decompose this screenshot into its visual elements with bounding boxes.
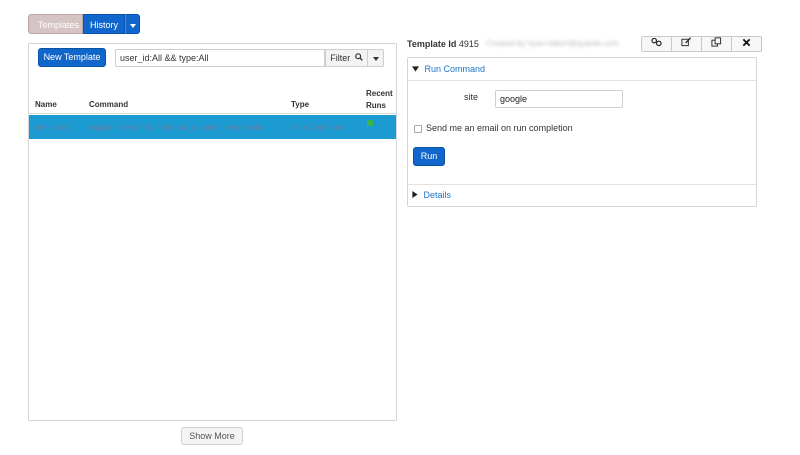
clone-button[interactable] bbox=[701, 36, 732, 52]
template-detail-panel: Run Command site Send me an email on run… bbox=[407, 57, 757, 207]
column-header-recent-runs[interactable]: Recent Runs bbox=[366, 88, 393, 112]
edit-icon bbox=[681, 37, 692, 49]
table-row[interactable]: template1 explain select * from default_… bbox=[29, 115, 396, 139]
email-notification-checkbox[interactable] bbox=[414, 125, 422, 133]
divider bbox=[408, 80, 756, 81]
clone-icon bbox=[711, 37, 722, 49]
link-icon bbox=[651, 37, 662, 49]
run-command-section-toggle[interactable]: Run Command bbox=[412, 64, 485, 74]
tab-history[interactable]: History bbox=[83, 14, 125, 34]
template-id-value: 4915 bbox=[458, 39, 479, 49]
template-actions bbox=[641, 36, 762, 52]
chevron-down-icon bbox=[373, 57, 379, 61]
show-more-button[interactable]: Show More bbox=[181, 427, 243, 445]
filter-input[interactable] bbox=[115, 49, 325, 67]
divider bbox=[408, 184, 756, 185]
row-name: template1 bbox=[35, 123, 71, 132]
run-status-success-icon[interactable] bbox=[367, 120, 373, 126]
edit-button[interactable] bbox=[671, 36, 702, 52]
email-notification-label[interactable]: Send me an email on run completion bbox=[426, 123, 573, 133]
created-by: Created by hyan+blkert@qubole.com bbox=[486, 39, 619, 48]
param-label: site bbox=[464, 92, 479, 102]
column-header-command[interactable]: Command bbox=[89, 100, 128, 109]
tab-templates[interactable]: Templates bbox=[28, 14, 83, 34]
run-button[interactable]: Run bbox=[413, 147, 445, 166]
details-label: Details bbox=[423, 190, 452, 200]
row-type: HiveCommand bbox=[291, 123, 344, 132]
run-command-label: Run Command bbox=[424, 64, 486, 74]
template-id: Template Id 4915 bbox=[407, 39, 479, 49]
recent-runs-label: Recent Runs bbox=[366, 89, 393, 110]
details-section-toggle[interactable]: Details bbox=[412, 190, 451, 200]
column-header-name[interactable]: Name bbox=[35, 100, 57, 109]
search-icon bbox=[354, 50, 363, 66]
template-id-label: Template Id bbox=[407, 39, 457, 49]
chevron-down-icon bbox=[130, 24, 136, 28]
chevron-right-icon bbox=[412, 191, 418, 200]
template-list-panel: New Template Filter Name Command Type Re… bbox=[28, 43, 397, 421]
filter-label: Filter bbox=[330, 53, 351, 63]
table-header: Name Command Type Recent Runs bbox=[29, 84, 396, 114]
link-button[interactable] bbox=[641, 36, 672, 52]
column-header-type[interactable]: Type bbox=[291, 100, 309, 109]
filter-options-button[interactable] bbox=[367, 49, 384, 67]
history-dropdown-button[interactable] bbox=[125, 14, 140, 34]
new-template-button[interactable]: New Template bbox=[38, 48, 106, 67]
close-icon bbox=[742, 38, 751, 49]
view-switcher: Templates History bbox=[28, 14, 140, 34]
filter-button[interactable]: Filter bbox=[325, 49, 368, 67]
row-command: explain select * from default_qubole_mem… bbox=[89, 123, 264, 132]
delete-button[interactable] bbox=[731, 36, 762, 52]
site-param-input[interactable] bbox=[495, 90, 623, 108]
chevron-down-icon bbox=[412, 65, 419, 74]
